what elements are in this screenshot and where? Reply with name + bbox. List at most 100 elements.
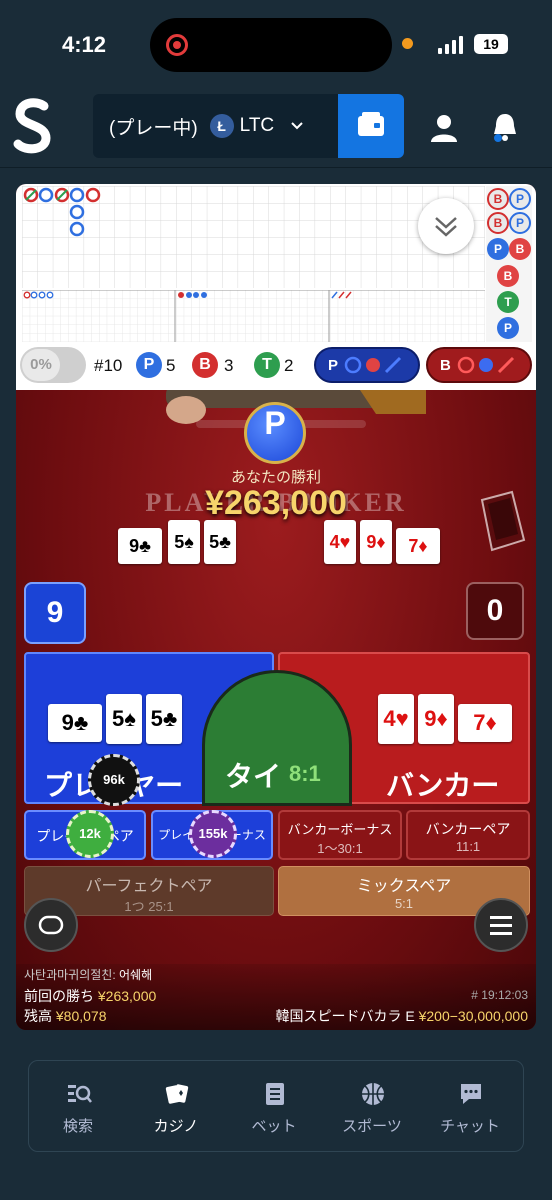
nav-sports-label: スポーツ — [342, 1118, 402, 1135]
logo-icon[interactable] — [10, 96, 56, 156]
prediction-icons — [344, 356, 402, 374]
banker-bonus-label: バンカーボーナス — [287, 822, 393, 837]
table-info: 韓国スピードバカラ E ¥200−30,000,000 — [275, 1006, 528, 1026]
predict-player-label: P — [328, 356, 339, 374]
clock: 4:12 — [62, 32, 107, 57]
status-bar: 4:12 19 — [0, 0, 552, 88]
nav-chat-label: チャット — [440, 1118, 500, 1135]
currency-select[interactable]: (プレー中) Ł LTC — [93, 94, 338, 158]
round-id: # 19:12:03 — [471, 988, 528, 1002]
player-bet-chip: 96k — [88, 754, 140, 806]
last-win-amount: ¥263,000 — [97, 988, 157, 1004]
svg-text:B: B — [504, 269, 513, 283]
card-shoe-image — [480, 490, 526, 552]
percent-toggle[interactable]: 0% — [20, 347, 86, 383]
app-header: (プレー中) Ł LTC — [0, 88, 552, 168]
play-status: (プレー中) — [109, 117, 198, 139]
svg-text:T: T — [504, 295, 512, 309]
nav-bets[interactable]: ベット — [225, 1061, 323, 1153]
svg-text:B: B — [494, 216, 503, 230]
recording-icon — [166, 34, 188, 56]
banker-bonus-bet[interactable]: バンカーボーナス 1〜30:1 — [278, 810, 402, 860]
balance-amount: ¥80,078 — [55, 1008, 107, 1024]
banker-pair-bet[interactable]: バンカーペア 11:1 — [406, 810, 530, 860]
chat-icon — [461, 1084, 481, 1104]
bell-icon[interactable] — [488, 110, 522, 144]
nav-bets-label: ベット — [251, 1118, 297, 1135]
predict-banker-button[interactable]: B — [426, 347, 532, 383]
banker-card-1-table: 4♥ — [324, 520, 356, 564]
roadmap-stats-bar: 0% #10 P 5 B 3 T 2 P B — [16, 344, 536, 390]
roadmap-panel: B P B P P B B T P 0% #10 P 5 B 3 T 2 P B — [16, 184, 536, 390]
bet-slip-icon — [266, 1083, 284, 1105]
signal-icon — [438, 36, 463, 54]
menu-button[interactable] — [474, 898, 528, 952]
chat-line: 사탄과마귀의절친: 어쉐해 — [24, 966, 152, 983]
last-win: 前回の勝ち ¥263,000 — [24, 986, 156, 1006]
nav-sports[interactable]: スポーツ — [323, 1061, 421, 1153]
banker-bonus-odds: 1〜30:1 — [317, 841, 363, 856]
player-card-3-table: 5♣ — [204, 520, 236, 564]
predict-banker-label: B — [440, 356, 451, 374]
expand-roadmap-button[interactable] — [418, 198, 474, 254]
player-score: 9 — [24, 582, 86, 644]
dynamic-island — [150, 18, 392, 72]
player-card-2-table: 5♠ — [168, 520, 200, 564]
player-bonus-bet[interactable]: プレイヤーボーナス 155k — [151, 810, 273, 860]
banker-pair-odds: 11:1 — [455, 839, 481, 854]
balance: 残高 ¥80,078 — [24, 1006, 107, 1026]
result-player-badge: P — [244, 402, 306, 464]
player-pair-bet[interactable]: プレイヤーペア 12k — [24, 810, 146, 860]
tie-bet-label: タイ — [225, 761, 282, 792]
predict-player-button[interactable]: P — [314, 347, 420, 383]
double-chevron-down-icon — [435, 217, 457, 237]
basketball-icon — [362, 1083, 384, 1105]
chat-toggle-button[interactable] — [24, 898, 78, 952]
bead-road-grid — [22, 186, 485, 288]
svg-text:B: B — [516, 242, 525, 256]
table-limits: ¥200−30,000,000 — [418, 1008, 528, 1024]
nav-chat[interactable]: チャット — [421, 1061, 519, 1153]
nav-casino[interactable]: カジノ — [127, 1061, 225, 1153]
baccarat-game: B P B P P B B T P 0% #10 P 5 B 3 T 2 P B… — [16, 184, 536, 1030]
litecoin-icon: Ł — [209, 114, 234, 138]
banker-count-badge: B — [192, 352, 218, 378]
derived-roads-grid — [22, 290, 485, 342]
chat-message: 어쉐해 — [119, 968, 153, 982]
chevron-down-icon — [291, 122, 303, 130]
player-card-2: 5♠ — [106, 694, 142, 744]
player-card-1-table: 9♣ — [118, 528, 162, 564]
player-card-1: 9♣ — [48, 704, 102, 742]
wallet-icon — [358, 112, 384, 136]
battery-icon: 19 — [474, 34, 508, 54]
player-bonus-chip: 155k — [189, 810, 237, 858]
currency-label: LTC — [239, 115, 275, 136]
svg-text:B: B — [494, 192, 503, 206]
banker-card-1: 4♥ — [378, 694, 414, 744]
percent-label: 0% — [22, 349, 60, 381]
round-number: #10 — [94, 356, 123, 375]
nav-search-label: 検索 — [62, 1118, 93, 1135]
banker-bet-label: バンカー — [386, 770, 500, 801]
casino-cards-icon — [165, 1084, 189, 1104]
user-icon[interactable] — [428, 112, 460, 144]
wallet-button[interactable] — [338, 94, 404, 158]
nav-search[interactable]: 検索 — [29, 1061, 127, 1153]
last-win-label: 前回の勝ち — [24, 988, 94, 1004]
svg-text:P: P — [494, 242, 502, 256]
banker-card-3-table: 7♦ — [396, 528, 440, 564]
tie-odds: 8:1 — [289, 761, 321, 786]
side-road-column: B P B P P B B T P — [486, 186, 532, 342]
svg-text:P: P — [516, 192, 524, 206]
hamburger-icon — [490, 916, 512, 935]
balance-label: 残高 — [24, 1008, 52, 1024]
bottom-nav: 検索 カジノ ベット スポーツ チャット — [28, 1060, 524, 1152]
player-card-3: 5♣ — [146, 694, 182, 744]
svg-text:P: P — [516, 216, 524, 230]
baccarat-table: P PLAYER BANKER あなたの勝利 ¥263,000 9♣ 5♠ 5♣… — [16, 390, 536, 1030]
win-amount: ¥263,000 — [205, 484, 347, 522]
search-icon — [68, 1085, 92, 1103]
tie-count: 2 — [284, 356, 294, 375]
player-count: 5 — [166, 356, 176, 375]
banker-card-2-table: 9♦ — [360, 520, 392, 564]
